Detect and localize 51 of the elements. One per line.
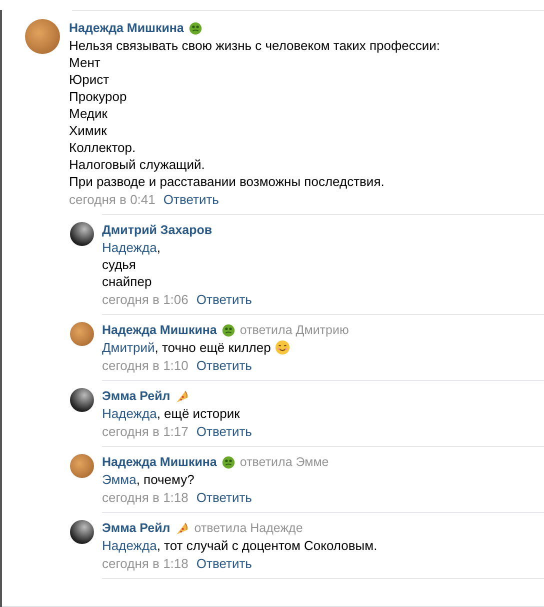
mention-link[interactable]: Дмитрий bbox=[102, 340, 155, 355]
author-name[interactable]: Дмитрий Захаров bbox=[102, 222, 212, 239]
reply-link[interactable]: Ответить bbox=[196, 357, 252, 374]
mention-link[interactable]: Эмма bbox=[102, 472, 136, 487]
reply-to-label: ответила Дмитрию bbox=[240, 322, 349, 339]
mention-link[interactable]: Надежда bbox=[102, 406, 157, 421]
avatar-photo[interactable] bbox=[70, 520, 94, 544]
comment-text: Нельзя связывать свою жизнь с человеком таких профессии: bbox=[69, 37, 440, 54]
comment-text: Дмитрий, точно ещё киллер bbox=[102, 339, 271, 356]
author-name[interactable]: Надежда Мишкина bbox=[69, 20, 184, 37]
comment-text: При разводе и расставании возможны последствия. bbox=[69, 173, 384, 190]
comment-text: Юрист bbox=[69, 71, 110, 88]
reply-link[interactable]: Ответить bbox=[163, 191, 219, 208]
frog-face-icon bbox=[222, 324, 235, 337]
reply-link[interactable]: Ответить bbox=[196, 489, 252, 506]
mention-link[interactable]: Надежда bbox=[102, 538, 157, 553]
comment-text: Коллектор. bbox=[69, 139, 136, 156]
frog-face-icon bbox=[188, 22, 202, 35]
reply-to-label: ответила Эмме bbox=[240, 454, 329, 471]
reply-link[interactable]: Ответить bbox=[196, 555, 252, 572]
comment-time: сегодня в 0:41 bbox=[69, 191, 156, 208]
comment-text: Налоговый служащий. bbox=[69, 156, 205, 173]
reply-to-label: ответила Надежде bbox=[194, 520, 303, 537]
comment-text: Химик bbox=[69, 122, 107, 139]
mention-link[interactable]: Надежда bbox=[102, 240, 157, 255]
avatar-photo[interactable] bbox=[70, 222, 94, 246]
comment-time: сегодня в 1:18 bbox=[102, 555, 188, 572]
comment-text: Эмма, почему? bbox=[102, 471, 194, 488]
comment-time: сегодня в 1:17 bbox=[102, 423, 188, 440]
reply-link[interactable]: Ответить bbox=[196, 291, 252, 308]
comment-text: снайпер bbox=[102, 273, 152, 290]
frog-face-icon bbox=[222, 456, 235, 469]
comment-time: сегодня в 1:06 bbox=[102, 291, 188, 308]
comment-time: сегодня в 1:18 bbox=[102, 489, 188, 506]
comment-text: Медик bbox=[69, 105, 108, 122]
comment-text: судья bbox=[102, 256, 136, 273]
author-name[interactable]: Эмма Рейл bbox=[102, 388, 170, 405]
author-name[interactable]: Надежда Мишкина bbox=[102, 454, 217, 471]
comment-text: Надежда, bbox=[102, 239, 160, 256]
author-name[interactable]: Надежда Мишкина bbox=[102, 322, 217, 339]
comment-text: Мент bbox=[69, 54, 100, 71]
comment-text: Прокурор bbox=[69, 88, 127, 105]
smiling-face-icon bbox=[274, 340, 290, 355]
avatar-photo[interactable] bbox=[70, 388, 94, 412]
reply-link[interactable]: Ответить bbox=[196, 423, 252, 440]
comment-time: сегодня в 1:10 bbox=[102, 357, 188, 374]
pizza-slice-icon bbox=[175, 390, 190, 404]
comment-text: Надежда, ещё историк bbox=[102, 405, 240, 422]
author-name[interactable]: Эмма Рейл bbox=[102, 520, 170, 537]
comment-text: Надежда, тот случай с доцентом Соколовым. bbox=[102, 537, 378, 554]
pizza-slice-icon bbox=[175, 522, 190, 536]
